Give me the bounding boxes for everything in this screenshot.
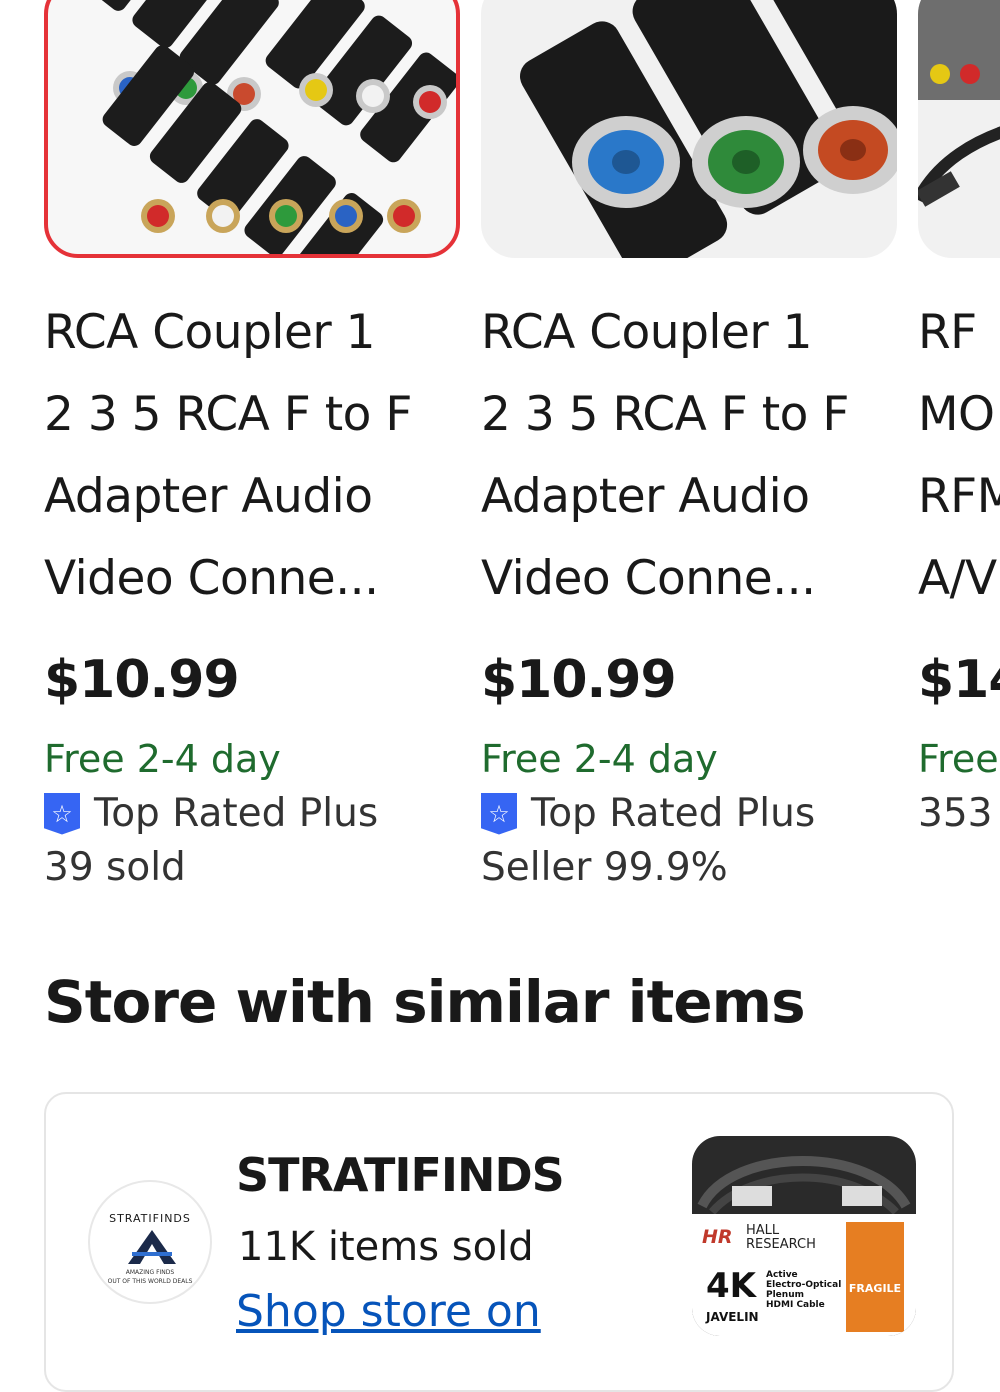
product-image[interactable]	[481, 0, 897, 258]
store-items-sold: 11K items sold	[238, 1224, 534, 1270]
listing-carousel[interactable]: RCA Coupler 1 2 3 5 RCA F to F Adapter A…	[0, 0, 1000, 930]
product-image[interactable]	[44, 0, 460, 258]
cable-coil-image	[697, 1156, 911, 1215]
top-rated-badge: ☆ Top Rated Plus	[481, 791, 815, 836]
top-rated-star-icon: ☆	[44, 792, 80, 835]
store-name[interactable]: STRATIFINDS	[236, 1148, 565, 1202]
shipping-info: Free	[918, 737, 999, 781]
listing-price: $10.99	[481, 650, 677, 710]
product-image[interactable]	[918, 0, 1000, 258]
store-logo-text: STRATIFINDS	[109, 1212, 191, 1225]
package-label: HR HALL RESEARCH 4K Active Electro-Optic…	[692, 1214, 916, 1336]
listing-title[interactable]: RCA Coupler 1 2 3 5 RCA F to F Adapter A…	[44, 292, 464, 620]
listing-price: $14	[918, 650, 1000, 710]
product-label: Active Electro-Optical Plenum HDMI Cable	[766, 1270, 842, 1310]
series-label: JAVELIN	[706, 1310, 759, 1324]
sold-count: 353	[918, 791, 993, 836]
shop-store-link[interactable]: Shop store on	[236, 1286, 541, 1337]
seller-rating: Seller 99.9%	[481, 845, 728, 890]
store-logo[interactable]: STRATIFINDS AMAZING FINDS OUT OF THIS WO…	[88, 1180, 212, 1304]
store-card[interactable]: STRATIFINDS AMAZING FINDS OUT OF THIS WO…	[44, 1092, 954, 1392]
resolution-label: 4K	[706, 1266, 757, 1306]
top-rated-star-icon: ☆	[481, 792, 517, 835]
store-logo-mark-icon	[128, 1230, 176, 1264]
top-rated-badge: ☆ Top Rated Plus	[44, 791, 378, 836]
sold-count: 39 sold	[44, 845, 186, 890]
brand-logo: HR	[702, 1226, 733, 1248]
rf-modulator-image	[918, 0, 1000, 207]
listing-title[interactable]: RF MO RFM A/V	[918, 292, 1000, 620]
fragile-label: FRAGILE	[846, 1222, 904, 1332]
badge-label: Top Rated Plus	[531, 791, 816, 836]
section-title: Store with similar items	[44, 968, 806, 1036]
brand-name: HALL RESEARCH	[746, 1223, 816, 1252]
store-product-thumbnail[interactable]: HR HALL RESEARCH 4K Active Electro-Optic…	[692, 1136, 916, 1336]
rca-couplers-image	[85, 0, 456, 254]
shipping-info: Free 2-4 day	[44, 737, 281, 781]
listing-title[interactable]: RCA Coupler 1 2 3 5 RCA F to F Adapter A…	[481, 292, 901, 620]
store-logo-tagline: AMAZING FINDS OUT OF THIS WORLD DEALS	[107, 1269, 193, 1285]
listing-price: $10.99	[44, 650, 240, 710]
badge-label: Top Rated Plus	[94, 791, 379, 836]
shipping-info: Free 2-4 day	[481, 737, 718, 781]
rca-coupler-closeup-image	[520, 0, 897, 258]
